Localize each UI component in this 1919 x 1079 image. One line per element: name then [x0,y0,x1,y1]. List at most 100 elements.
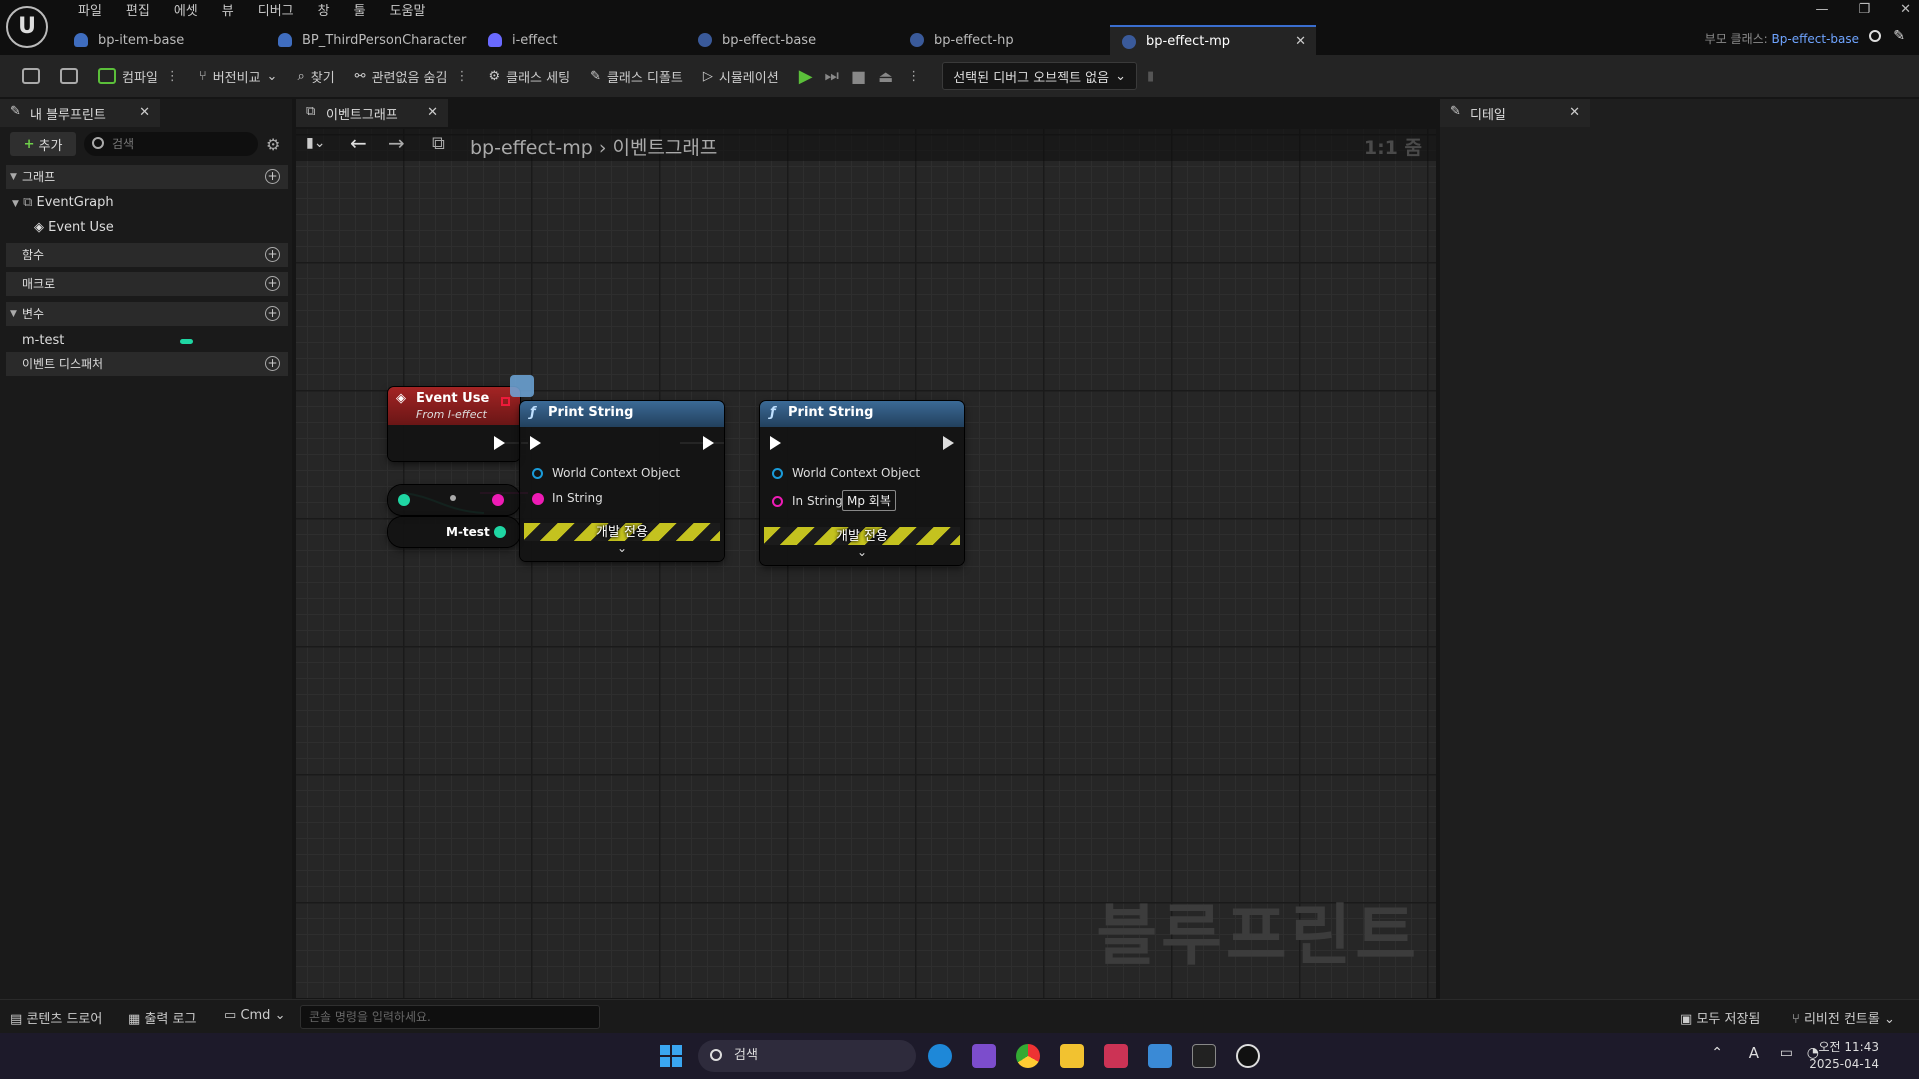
console-command-input[interactable]: 콘솔 명령을 입력하세요. [300,1005,600,1029]
class-defaults-button[interactable]: ✎ 클래스 디폴트 [580,61,693,91]
search-icon[interactable] [1869,30,1881,42]
menu-file[interactable]: 파일 [66,2,114,22]
in-string-pin[interactable] [532,493,544,505]
tab-my-blueprint[interactable]: ✎ 내 블루프린트 ✕ [0,99,160,127]
close-tab-icon[interactable]: ✕ [1569,105,1580,120]
find-button[interactable]: ⌕ 찾기 [287,61,344,91]
tab-bp-item-base[interactable]: bp-item-base [62,25,266,55]
menu-view[interactable]: 뷰 [210,2,246,22]
close-tab-icon[interactable]: ✕ [139,105,150,120]
menu-asset[interactable]: 에셋 [162,2,210,22]
taskbar-search-box[interactable]: 검색 [698,1040,916,1072]
chrome-icon[interactable] [1016,1044,1040,1068]
add-dispatcher-icon[interactable]: + [265,356,280,371]
network-icon[interactable]: ▭ [1780,1045,1793,1061]
variable-output-pin[interactable] [494,526,506,538]
add-graph-icon[interactable]: + [265,169,280,184]
print-string-node-1[interactable]: ƒ Print String World Context Object In S… [520,401,724,561]
conversion-node[interactable] [388,485,520,515]
stop-icon[interactable]: ■ [851,67,866,86]
windows-start-icon[interactable] [660,1045,682,1067]
add-variable-icon[interactable]: + [265,306,280,321]
section-macros[interactable]: 매크로 + [6,272,288,296]
close-tab-icon[interactable]: ✕ [1295,34,1306,49]
menu-edit[interactable]: 편집 [114,2,162,22]
revision-control-button[interactable]: ⑂ 리비전 컨트롤 ⌄ [1792,1008,1895,1027]
diff-button[interactable]: ⑂ 버전비교 ⌄ [189,61,288,91]
paint-app-icon[interactable] [1104,1044,1128,1068]
class-settings-button[interactable]: ⚙ 클래스 세팅 [478,61,580,91]
add-button[interactable]: + 추가 [10,132,76,156]
search-input[interactable]: 검색 [84,132,258,156]
unreal-logo-icon[interactable]: U [6,6,48,48]
m-test-variable-node[interactable]: M-test [388,517,520,547]
expand-chevron-icon[interactable]: ⌄ [520,541,724,555]
menu-help[interactable]: 도움말 [378,2,438,22]
menu-debug[interactable]: 디버그 [246,2,306,22]
debug-object-select[interactable]: 선택된 디버그 오브젝트 없음 ⌄ [942,62,1138,90]
world-context-pin[interactable] [772,468,783,479]
compile-button[interactable]: 컴파일 ⋮ [88,61,189,91]
cmd-select[interactable]: ▭ Cmd ⌄ [224,1008,285,1023]
play-icon[interactable]: ▶ [799,66,813,87]
exec-out-pin[interactable] [943,436,954,450]
exec-in-pin[interactable] [530,436,541,450]
more-options-icon[interactable]: ⋮ [166,69,179,84]
debug-filter-icon[interactable]: ▮ [1137,61,1164,91]
simulation-button[interactable]: ▷ 시뮬레이션 [693,61,789,91]
tab-event-graph[interactable]: ⧉ 이벤트그래프 ✕ [296,99,448,127]
tab-bp-effect-hp[interactable]: bp-effect-hp [898,25,1110,55]
minimize-icon[interactable]: — [1815,2,1828,17]
section-variables[interactable]: ▼ 변수 + [6,302,288,326]
unreal-engine-icon[interactable] [1236,1044,1260,1068]
in-string-pin[interactable] [772,496,783,507]
add-macro-icon[interactable]: + [265,276,280,291]
tab-bp-thirdpersoncharacter[interactable]: BP_ThirdPersonCharacter [266,25,476,55]
variable-input-pin[interactable] [398,494,410,506]
save-all-status[interactable]: ▣ 모두 저장됨 [1680,1008,1760,1027]
output-log-button[interactable]: ▦ 출력 로그 [128,1008,196,1027]
menu-window[interactable]: 창 [306,2,342,22]
exec-in-pin[interactable] [770,436,781,450]
event-graph-canvas[interactable]: ▮⌄ ← → ⧉ bp-effect-mp › 이벤트그래프 1:1 줌 ◈ E… [296,129,1436,998]
expand-chevron-icon[interactable]: ⌄ [760,545,964,559]
section-graphs[interactable]: ▼ 그래프 + [6,165,288,189]
ime-indicator-icon[interactable]: A [1749,1044,1759,1062]
tab-bp-effect-mp[interactable]: bp-effect-mp ✕ [1110,25,1316,55]
close-tab-icon[interactable]: ✕ [427,105,438,120]
visual-studio-icon[interactable] [972,1044,996,1068]
exec-out-pin[interactable] [494,436,505,450]
gear-icon[interactable]: ⚙ [266,135,280,154]
hide-unrelated-button[interactable]: ⚯ 관련없음 숨김 ⋮ [345,61,479,91]
string-output-pin[interactable] [492,494,504,506]
parent-class-link[interactable]: Bp-effect-base [1772,32,1859,46]
in-string-value-input[interactable]: Mp 회복 [842,490,896,511]
tree-item-eventgraph[interactable]: ▼ ⧉ EventGraph [12,195,114,210]
event-delegate-pin[interactable] [501,397,510,406]
edit-pencil-icon[interactable]: ✎ [1893,28,1905,44]
section-event-dispatchers[interactable]: 이벤트 디스패처 + [6,352,288,376]
epic-games-icon[interactable] [1192,1044,1216,1068]
add-function-icon[interactable]: + [265,247,280,262]
restore-icon[interactable]: ❐ [1858,2,1870,17]
variable-item-m-test[interactable]: m-test [22,333,64,348]
browse-button[interactable] [50,61,88,91]
notepad-icon[interactable] [1148,1044,1172,1068]
save-button[interactable] [12,61,50,91]
tab-details[interactable]: ✎ 디테일 ✕ [1440,99,1590,127]
step-icon[interactable]: ⏭ [825,66,839,86]
event-use-node[interactable]: ◈ Event Use From I-effect [388,375,534,461]
close-window-icon[interactable]: ✕ [1900,2,1911,17]
edge-browser-icon[interactable] [928,1044,952,1068]
file-explorer-icon[interactable] [1060,1044,1084,1068]
tab-i-effect[interactable]: i-effect [476,25,686,55]
tree-item-event-use[interactable]: ◈ Event Use [34,220,114,235]
more-options-icon[interactable]: ⋮ [907,69,920,84]
tray-chevron-up-icon[interactable]: ⌃ [1711,1045,1723,1061]
eject-icon[interactable]: ⏏ [878,67,893,86]
print-string-node-2[interactable]: ƒ Print String World Context Object In S… [760,401,964,565]
content-drawer-button[interactable]: ▤ 콘텐츠 드로어 [10,1008,102,1027]
section-functions[interactable]: 함수 + [6,243,288,267]
more-options-icon[interactable]: ⋮ [455,69,468,84]
world-context-pin[interactable] [532,468,543,479]
